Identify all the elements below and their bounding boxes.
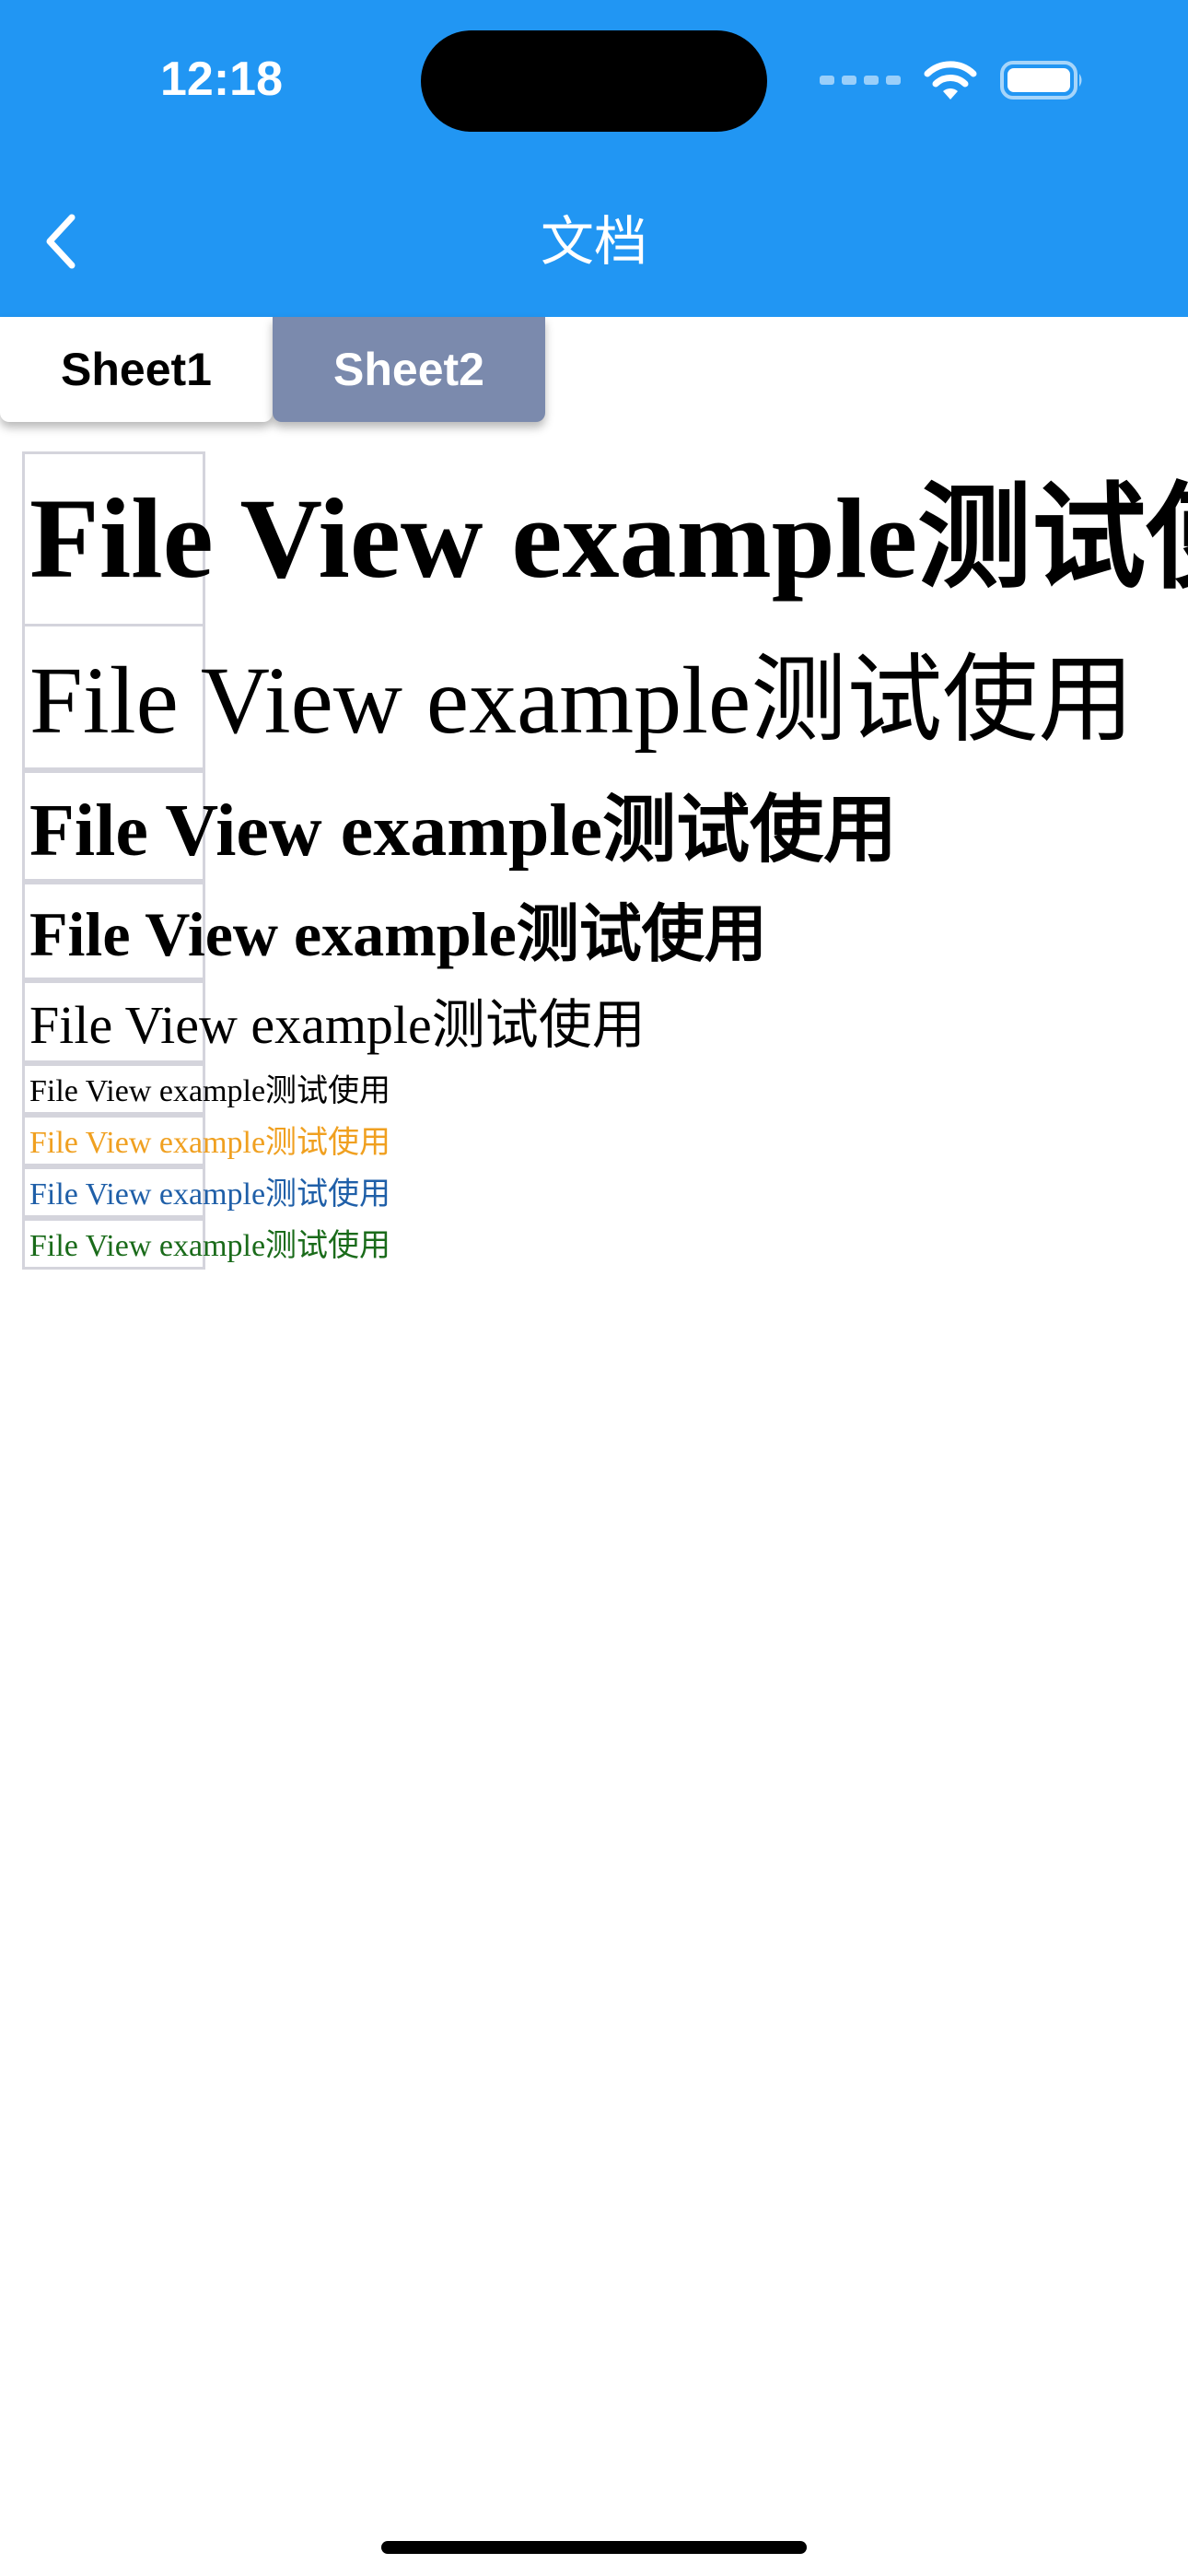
- document-viewer-screen: 12:18 文档 Sheet1 Sheet2 File View example…: [0, 0, 1188, 2576]
- sheet-row: File View example测试使用: [22, 770, 1188, 884]
- sheet-content: File View example测试使用 File View example测…: [22, 451, 1188, 1272]
- cell-text: File View example测试使用: [29, 899, 767, 969]
- status-icons: [820, 57, 1085, 103]
- sheet-row: File View example测试使用: [22, 1166, 1188, 1221]
- cell-text: File View example测试使用: [29, 995, 646, 1055]
- cell-text: File View example测试使用: [29, 1177, 391, 1212]
- status-time: 12:18: [160, 53, 283, 106]
- cell-text: File View example测试使用: [29, 1126, 391, 1160]
- battery-icon: [1000, 61, 1082, 100]
- sheet-row: File View example测试使用: [22, 1115, 1188, 1169]
- sheet-row: File View example测试使用: [22, 624, 1188, 773]
- page-title: 文档: [540, 210, 647, 273]
- tab-sheet2[interactable]: Sheet2: [273, 317, 545, 422]
- tab-sheet1[interactable]: Sheet1: [0, 317, 273, 422]
- wifi-icon: [924, 61, 977, 100]
- sheet-row: File View example测试使用: [22, 1218, 1188, 1272]
- cell-text: File View example测试使用: [29, 648, 1135, 754]
- sheet-row: File View example测试使用: [22, 980, 1188, 1066]
- sheet-tab-bar: Sheet1 Sheet2: [0, 317, 545, 424]
- cellular-signal-icon: [820, 76, 901, 85]
- sheet-row: File View example测试使用: [22, 1063, 1188, 1118]
- cell-text: File View example测试使用: [29, 475, 1188, 602]
- app-header: 12:18 文档: [0, 0, 1188, 317]
- sheet-row: File View example测试使用: [22, 882, 1188, 983]
- dynamic-island: [421, 30, 767, 132]
- cell-text: File View example测试使用: [29, 1074, 391, 1108]
- sheet-row: File View example测试使用: [22, 451, 1188, 626]
- home-indicator[interactable]: [381, 2541, 807, 2554]
- cell-text: File View example测试使用: [29, 790, 898, 872]
- cell-text: File View example测试使用: [29, 1229, 391, 1263]
